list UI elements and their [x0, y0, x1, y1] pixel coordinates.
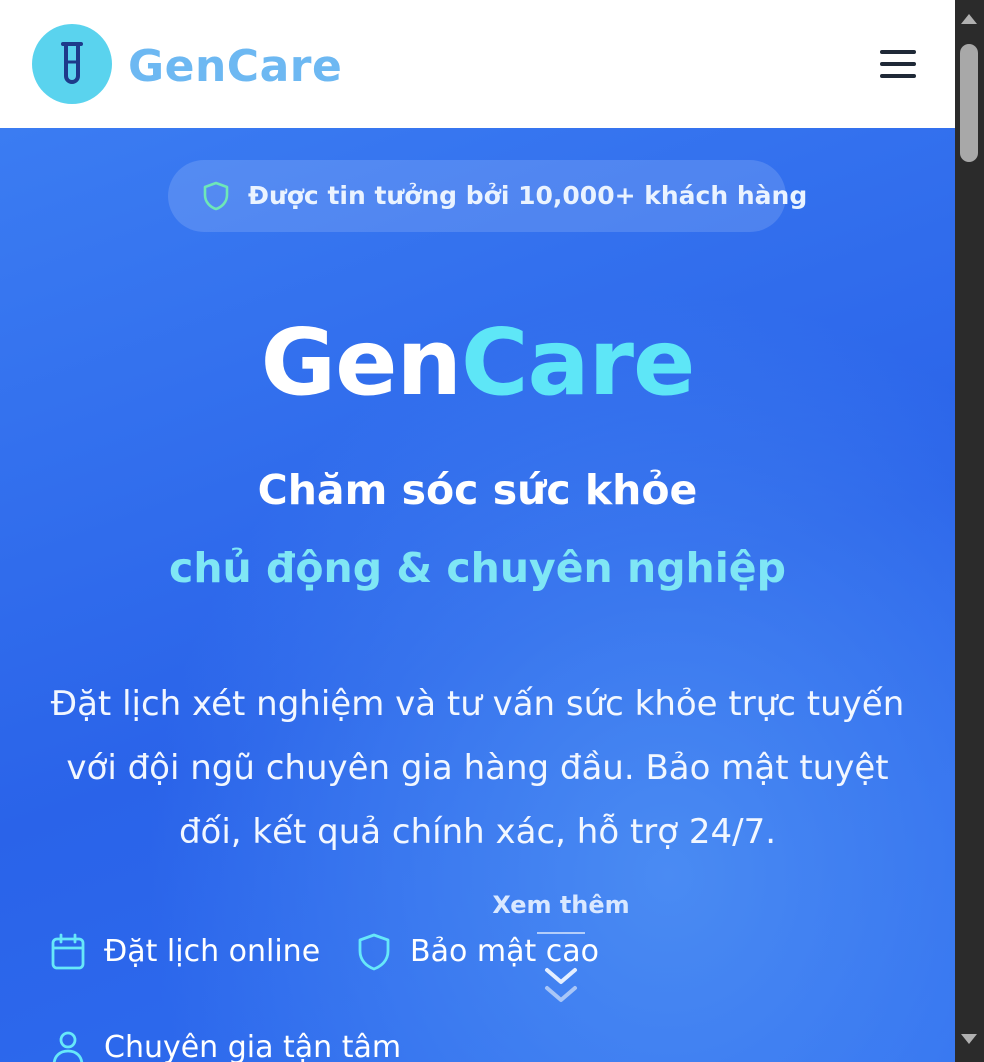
feature-dedicated-experts: Chuyên gia tận tâm — [50, 1026, 401, 1062]
see-more-divider — [537, 932, 585, 934]
brand-part-care: Care — [461, 309, 695, 416]
see-more-label: Xem thêm — [492, 891, 630, 919]
trust-badge: Được tin tưởng bởi 10,000+ khách hàng — [168, 160, 807, 232]
feature-label: Đặt lịch online — [104, 934, 321, 969]
trust-badge-text: Được tin tưởng bởi 10,000+ khách hàng — [248, 181, 808, 210]
see-more-button[interactable]: Xem thêm — [478, 890, 644, 1012]
scroll-down-arrow-icon[interactable] — [961, 1034, 977, 1044]
user-icon — [52, 1031, 84, 1062]
hero-section: Được tin tưởng bởi 10,000+ khách hàng Ge… — [0, 128, 955, 1062]
calendar-icon — [51, 933, 85, 970]
brand-part-gen: Gen — [260, 309, 462, 416]
vertical-scrollbar[interactable] — [955, 0, 984, 1062]
tagline-line-2: chủ động & chuyên nghiệp — [169, 544, 786, 592]
feature-label: Chuyên gia tận tâm — [104, 1030, 402, 1062]
test-tube-icon — [61, 42, 83, 84]
logo-badge[interactable] — [32, 24, 112, 104]
hamburger-menu-icon[interactable] — [874, 44, 922, 84]
site-header: GenCare — [0, 0, 955, 128]
header-brand-name[interactable]: GenCare — [128, 40, 342, 94]
page-viewport: GenCare Được tin tưởng bởi 10,000+ khách… — [0, 0, 955, 1062]
tagline-line-1: Chăm sóc sức khỏe — [257, 466, 698, 514]
scroll-up-arrow-icon[interactable] — [961, 14, 977, 24]
hero-description: Đặt lịch xét nghiệm và tư vấn sức khỏe t… — [50, 684, 905, 852]
shield-icon — [203, 181, 229, 211]
feature-online-booking: Đặt lịch online — [50, 930, 320, 974]
double-chevron-down-icon — [545, 968, 577, 1002]
hero-brand-title: GenCare — [0, 308, 955, 418]
shield-icon — [358, 933, 390, 971]
scrollbar-thumb[interactable] — [960, 44, 978, 162]
